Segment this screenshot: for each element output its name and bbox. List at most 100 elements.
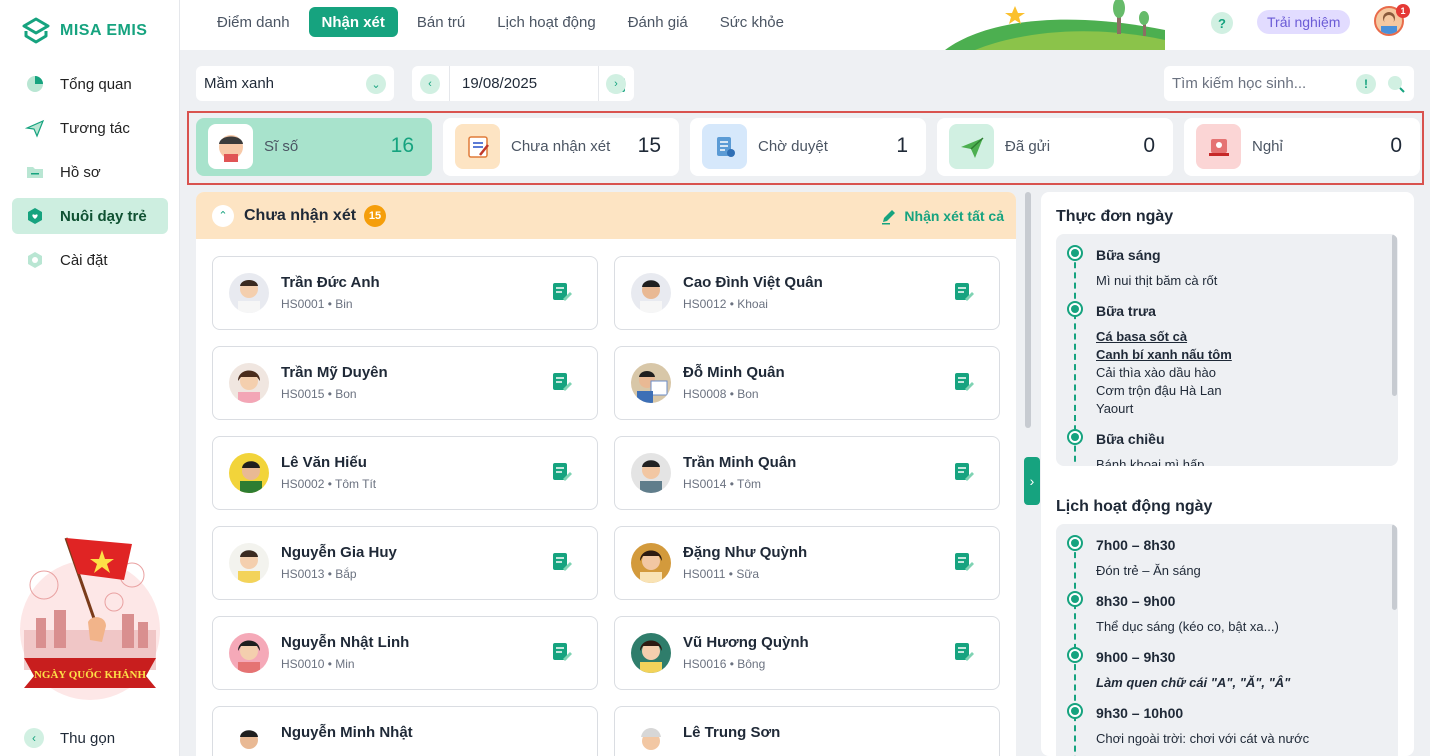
schedule-text: Thể dục sáng (kéo co, bật xa...) — [1096, 619, 1279, 634]
student-card[interactable]: Trần Minh Quân HS0014 • Tôm — [614, 436, 1000, 510]
next-date-button[interactable]: › — [606, 74, 626, 94]
student-code: HS0014 • Tôm — [683, 477, 762, 491]
info-icon[interactable]: ! — [1356, 74, 1376, 94]
notification-badge: 1 — [1396, 4, 1410, 18]
sidebar-item-nuoi-day-tre[interactable]: Nuôi dạy trẻ — [12, 198, 168, 234]
schedule-title: Lịch hoạt động ngày — [1056, 498, 1213, 515]
student-card[interactable]: Nguyễn Nhật Linh HS0010 • Min — [212, 616, 598, 690]
tab-ban-tru[interactable]: Bán trú — [404, 7, 478, 37]
tab-diem-danh[interactable]: Điểm danh — [204, 7, 303, 37]
collapse-side-panel-button[interactable]: › — [1024, 457, 1040, 505]
schedule-scrollbar[interactable] — [1392, 524, 1397, 610]
schedule-time: 7h00 – 8h30 — [1096, 537, 1176, 553]
user-avatar[interactable]: 1 — [1374, 4, 1410, 38]
main-scrollbar[interactable] — [1025, 192, 1031, 428]
stat-cho-duyet[interactable]: Chờ duyệt 1 — [690, 118, 926, 176]
student-card[interactable]: Lê Trung Sơn — [614, 706, 1000, 756]
student-card[interactable]: Nguyễn Minh Nhật — [212, 706, 598, 756]
edit-note-icon[interactable] — [551, 641, 573, 663]
sidebar-item-tuong-tac[interactable]: Tương tác — [12, 110, 168, 146]
stat-chua-nhan-xet[interactable]: Chưa nhận xét 15 — [443, 118, 679, 176]
meal-item: Mì nui thịt băm cà rốt — [1096, 273, 1218, 288]
national-day-banner: NGÀY QUỐC KHÁNH — [20, 537, 160, 700]
edit-note-icon[interactable] — [953, 371, 975, 393]
stat-label: Đã gửi — [1005, 138, 1051, 155]
chart-pie-icon — [24, 73, 46, 95]
class-select-value: Mầm xanh — [204, 75, 275, 92]
leave-icon — [1196, 124, 1241, 169]
collapse-button[interactable]: ‹ Thu gọn — [24, 728, 115, 748]
edit-note-icon[interactable] — [953, 461, 975, 483]
meal-item[interactable]: Cá basa sốt cà — [1096, 328, 1187, 346]
schedule-timeline: 7h00 – 8h30 Đón trẻ – Ăn sáng 8h30 – 9h0… — [1056, 524, 1398, 756]
student-search[interactable]: Tìm kiếm học sinh... ! — [1164, 66, 1414, 101]
sidebar-item-ho-so[interactable]: Hồ sơ — [12, 154, 168, 190]
edit-note-icon[interactable] — [551, 461, 573, 483]
student-card[interactable]: Lê Văn Hiếu HS0002 • Tôm Tít — [212, 436, 598, 510]
chevron-up-icon[interactable]: ⌃ — [212, 204, 234, 227]
search-input[interactable]: Tìm kiếm học sinh... — [1172, 75, 1306, 92]
notebook-icon — [455, 124, 500, 169]
tab-nhan-xet[interactable]: Nhận xét — [308, 7, 398, 37]
trial-button[interactable]: Trải nghiệm — [1257, 10, 1351, 34]
meal-item[interactable]: Canh bí xanh nấu tôm — [1096, 346, 1232, 364]
student-avatar — [631, 723, 671, 756]
stat-da-gui[interactable]: Đã gửi 0 — [937, 118, 1173, 176]
meal-title: Bữa chiều — [1096, 431, 1165, 447]
search-icon[interactable] — [1386, 74, 1406, 94]
edit-note-icon[interactable] — [551, 551, 573, 573]
edit-note-icon[interactable] — [953, 641, 975, 663]
sidebar-item-cai-dat[interactable]: Cài đặt — [12, 242, 168, 278]
student-avatar — [229, 363, 269, 403]
student-card[interactable]: Nguyễn Gia Huy HS0013 • Bắp — [212, 526, 598, 600]
student-avatar — [229, 723, 269, 756]
student-name: Lê Trung Sơn — [683, 724, 781, 741]
tab-lich-hoat-dong[interactable]: Lịch hoạt động — [484, 7, 608, 37]
student-card[interactable]: Trần Mỹ Duyên HS0015 • Bon — [212, 346, 598, 420]
panel-header: ⌃ Chưa nhận xét 15 Nhận xét tất cả — [196, 192, 1016, 239]
tab-suc-khoe[interactable]: Sức khỏe — [707, 7, 797, 37]
student-card[interactable]: Vũ Hương Quỳnh HS0016 • Bông — [614, 616, 1000, 690]
brand-logo[interactable]: MISA EMIS — [20, 16, 147, 46]
stat-nghi[interactable]: Nghỉ 0 — [1184, 118, 1420, 176]
stat-label: Chưa nhận xét — [511, 138, 611, 155]
student-avatar — [229, 543, 269, 583]
tab-danh-gia[interactable]: Đánh giá — [615, 7, 701, 37]
stat-si-so[interactable]: Sĩ số 16 — [196, 118, 432, 176]
stat-label: Sĩ số — [264, 138, 299, 155]
prev-date-button[interactable]: ‹ — [420, 74, 440, 94]
sidebar-nav: Tổng quan Tương tác Hồ sơ Nuôi dạy trẻ C… — [12, 66, 168, 286]
student-avatar — [631, 633, 671, 673]
sidebar: MISA EMIS Tổng quan Tương tác Hồ sơ Nuôi… — [0, 0, 180, 756]
edit-note-icon[interactable] — [551, 281, 573, 303]
student-code: HS0008 • Bon — [683, 387, 759, 401]
daily-info-panel: Thực đơn ngày Bữa sáng Mì nui thịt băm c… — [1041, 192, 1414, 756]
schedule-time: 9h30 – 10h00 — [1096, 705, 1184, 721]
stat-value: 15 — [637, 134, 661, 157]
student-card[interactable]: Trần Đức Anh HS0001 • Bin — [212, 256, 598, 330]
student-card[interactable]: Đặng Như Quỳnh HS0011 • Sữa — [614, 526, 1000, 600]
student-card[interactable]: Đỗ Minh Quân HS0008 • Bon — [614, 346, 1000, 420]
hill-decoration — [945, 0, 1165, 50]
student-code: HS0002 • Tôm Tít — [281, 477, 377, 491]
student-name: Trần Minh Quân — [683, 454, 797, 471]
date-field[interactable]: 19/08/2025 — [449, 66, 625, 101]
student-avatar — [631, 453, 671, 493]
edit-note-icon[interactable] — [953, 551, 975, 573]
menu-scrollbar[interactable] — [1392, 234, 1397, 396]
class-select[interactable]: Mầm xanh ⌄ — [196, 66, 394, 101]
edit-note-icon[interactable] — [551, 371, 573, 393]
timeline-dot — [1067, 245, 1083, 261]
help-button[interactable]: ? — [1211, 12, 1233, 34]
folder-icon — [24, 161, 46, 183]
student-code: HS0016 • Bông — [683, 657, 766, 671]
student-card[interactable]: Cao Đình Việt Quân HS0012 • Khoai — [614, 256, 1000, 330]
stat-value: 0 — [1390, 134, 1402, 157]
pending-doc-icon — [702, 124, 747, 169]
gear-icon — [24, 249, 46, 271]
edit-note-icon[interactable] — [953, 281, 975, 303]
student-code: HS0015 • Bon — [281, 387, 357, 401]
topbar: Điểm danh Nhận xét Bán trú Lịch hoạt độn… — [180, 0, 1430, 50]
sidebar-item-tong-quan[interactable]: Tổng quan — [12, 66, 168, 102]
comment-all-button[interactable]: Nhận xét tất cả — [880, 207, 1004, 225]
